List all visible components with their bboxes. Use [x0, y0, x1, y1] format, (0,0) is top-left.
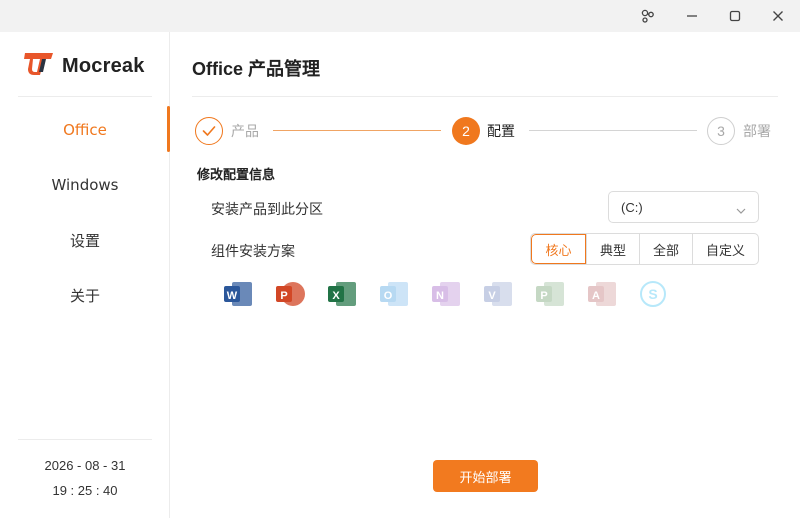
sidebar-item-label: Office — [63, 121, 107, 139]
skype-icon[interactable]: S — [638, 279, 670, 309]
settings-icon[interactable] — [628, 0, 668, 32]
plan-option-full[interactable]: 全部 — [639, 234, 692, 264]
svg-text:O: O — [384, 290, 393, 302]
step-2-label: 配置 — [487, 124, 515, 140]
step-1-check-icon — [195, 117, 223, 145]
sidebar-item-windows[interactable]: Windows — [0, 165, 170, 205]
install-partition-label: 安装产品到此分区 — [211, 202, 323, 218]
excel-icon[interactable]: X — [326, 279, 358, 309]
step-connector-2 — [529, 130, 697, 131]
plan-option-typical[interactable]: 典型 — [586, 234, 639, 264]
step-3-number: 3 — [707, 117, 735, 145]
time-display: 19 : 25 : 40 — [52, 483, 118, 498]
powerpoint-icon[interactable]: P — [274, 279, 306, 309]
brand-name: Mocreak — [62, 54, 145, 77]
svg-text:V: V — [488, 290, 496, 302]
visio-icon[interactable]: V — [482, 279, 514, 309]
title-bar — [0, 0, 800, 32]
sidebar: Mocreak Office Windows 设置 关于 2026 - 08 -… — [0, 32, 170, 518]
component-plan-selector: 核心 典型 全部 自定义 — [530, 233, 759, 265]
svg-text:W: W — [227, 290, 238, 302]
sidebar-item-office[interactable]: Office — [0, 110, 170, 150]
step-2-number: 2 — [452, 117, 480, 145]
header-divider — [192, 96, 778, 97]
sidebar-item-about[interactable]: 关于 — [0, 275, 170, 315]
partition-select[interactable]: (C:) — [608, 191, 759, 223]
sidebar-item-label: Windows — [51, 176, 119, 194]
svg-text:S: S — [648, 286, 657, 302]
mocreak-logo-icon — [24, 51, 54, 81]
step-1-label: 产品 — [231, 124, 259, 140]
step-3-label: 部署 — [743, 124, 771, 140]
outlook-icon[interactable]: O — [378, 279, 410, 309]
onenote-icon[interactable]: N — [430, 279, 462, 309]
maximize-icon[interactable] — [715, 0, 755, 32]
component-plan-label: 组件安装方案 — [211, 244, 295, 260]
active-nav-indicator — [167, 106, 170, 152]
sidebar-item-label: 设置 — [69, 231, 100, 250]
brand: Mocreak — [24, 52, 145, 80]
page-title: Office 产品管理 — [192, 59, 321, 79]
plan-option-core[interactable]: 核心 — [531, 234, 586, 264]
project-icon[interactable]: P — [534, 279, 566, 309]
svg-text:X: X — [332, 290, 340, 302]
sidebar-item-label: 关于 — [69, 286, 100, 305]
partition-select-value: (C:) — [621, 199, 643, 215]
close-icon[interactable] — [758, 0, 798, 32]
section-title: 修改配置信息 — [197, 168, 276, 183]
word-icon[interactable]: W — [222, 279, 254, 309]
access-icon[interactable]: A — [586, 279, 618, 309]
svg-text:A: A — [592, 290, 600, 302]
svg-text:N: N — [436, 290, 444, 302]
sidebar-divider — [18, 439, 152, 440]
chevron-down-icon — [736, 203, 746, 218]
date-display: 2026 - 08 - 31 — [44, 458, 126, 473]
step-connector-1 — [273, 130, 441, 131]
svg-text:P: P — [280, 290, 287, 302]
svg-text:P: P — [540, 290, 547, 302]
sidebar-item-settings[interactable]: 设置 — [0, 220, 170, 260]
plan-option-custom[interactable]: 自定义 — [692, 234, 758, 264]
minimize-icon[interactable] — [672, 0, 712, 32]
sidebar-divider — [18, 96, 152, 97]
start-deploy-button[interactable]: 开始部署 — [433, 460, 538, 492]
